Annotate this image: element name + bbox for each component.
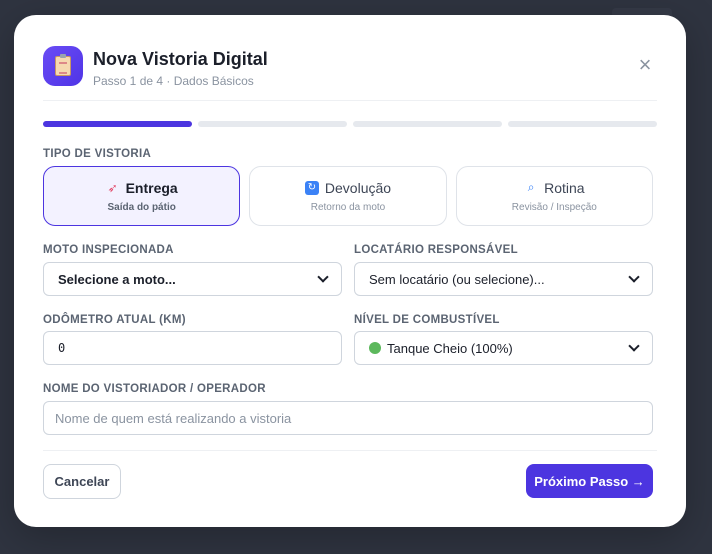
- moto-label: MOTO INSPECIONADA: [43, 244, 174, 256]
- step-1-segment: [43, 121, 192, 127]
- step-3-segment: [353, 121, 502, 127]
- odometer-input[interactable]: 0: [43, 331, 342, 365]
- type-option-title: Rotina: [544, 179, 585, 196]
- type-option-subtitle: Saída do pátio: [107, 201, 176, 213]
- sync-icon: ↻: [304, 180, 319, 195]
- cancel-button[interactable]: Cancelar: [43, 464, 121, 499]
- chevron-down-icon: [628, 340, 640, 352]
- step-4-segment: [508, 121, 657, 127]
- modal-header: Nova Vistoria Digital Passo 1 de 4 · Dad…: [43, 46, 657, 101]
- type-option-subtitle: Retorno da moto: [310, 201, 386, 213]
- chevron-down-icon: [317, 271, 329, 283]
- odometer-label: ODÔMETRO ATUAL (KM): [43, 314, 186, 326]
- close-icon[interactable]: ×: [633, 54, 657, 78]
- modal-subtitle: Passo 1 de 4 · Dados Básicos: [93, 74, 254, 88]
- clipboard-icon: [43, 46, 83, 86]
- fuel-select-value: Tanque Cheio (100%): [387, 340, 513, 356]
- progress-stepper: [43, 121, 657, 127]
- inspector-label: NOME DO VISTORIADOR / OPERADOR: [43, 383, 266, 395]
- type-option-title: Devolução: [324, 179, 392, 196]
- inspector-name-input[interactable]: Nome de quem está realizando a vistoria: [43, 401, 653, 435]
- inspector-name-placeholder: Nome de quem está realizando a vistoria: [55, 410, 292, 426]
- locatario-label: LOCATÁRIO RESPONSÁVEL: [354, 244, 518, 256]
- step-2-segment: [198, 121, 347, 127]
- modal-title: Nova Vistoria Digital: [93, 49, 268, 69]
- type-option-entrega[interactable]: ➶ Entrega Saída do pátio: [43, 166, 241, 226]
- next-step-button[interactable]: Próximo Passo →: [526, 464, 653, 498]
- fuel-full-icon: [369, 342, 381, 354]
- chevron-down-icon: [628, 271, 640, 283]
- odometer-input-value: 0: [58, 341, 66, 355]
- locatario-select[interactable]: Sem locatário (ou selecione)...: [354, 262, 653, 296]
- locatario-select-value: Sem locatário (ou selecione)...: [369, 271, 545, 287]
- fuel-select[interactable]: Tanque Cheio (100%): [354, 331, 653, 365]
- inspection-type-label: TIPO DE VISTORIA: [43, 148, 152, 160]
- inspection-type-options: ➶ Entrega Saída do pátio ↻ Devolução Ret…: [43, 166, 653, 226]
- moto-select-value: Selecione a moto...: [58, 271, 176, 287]
- type-option-subtitle: Revisão / Inspeção: [511, 201, 597, 213]
- magnifier-icon: ⌕: [527, 180, 535, 194]
- fuel-label: NÍVEL DE COMBUSTÍVEL: [354, 314, 500, 326]
- type-option-rotina[interactable]: ⌕ Rotina Revisão / Inspeção: [455, 166, 653, 226]
- footer-divider: [43, 450, 657, 451]
- moto-select[interactable]: Selecione a moto...: [43, 262, 342, 296]
- rocket-icon: ➶: [107, 180, 118, 195]
- new-inspection-modal: Nova Vistoria Digital Passo 1 de 4 · Dad…: [14, 15, 686, 527]
- type-option-title: Entrega: [125, 179, 178, 196]
- type-option-devolucao[interactable]: ↻ Devolução Retorno da moto: [249, 166, 447, 226]
